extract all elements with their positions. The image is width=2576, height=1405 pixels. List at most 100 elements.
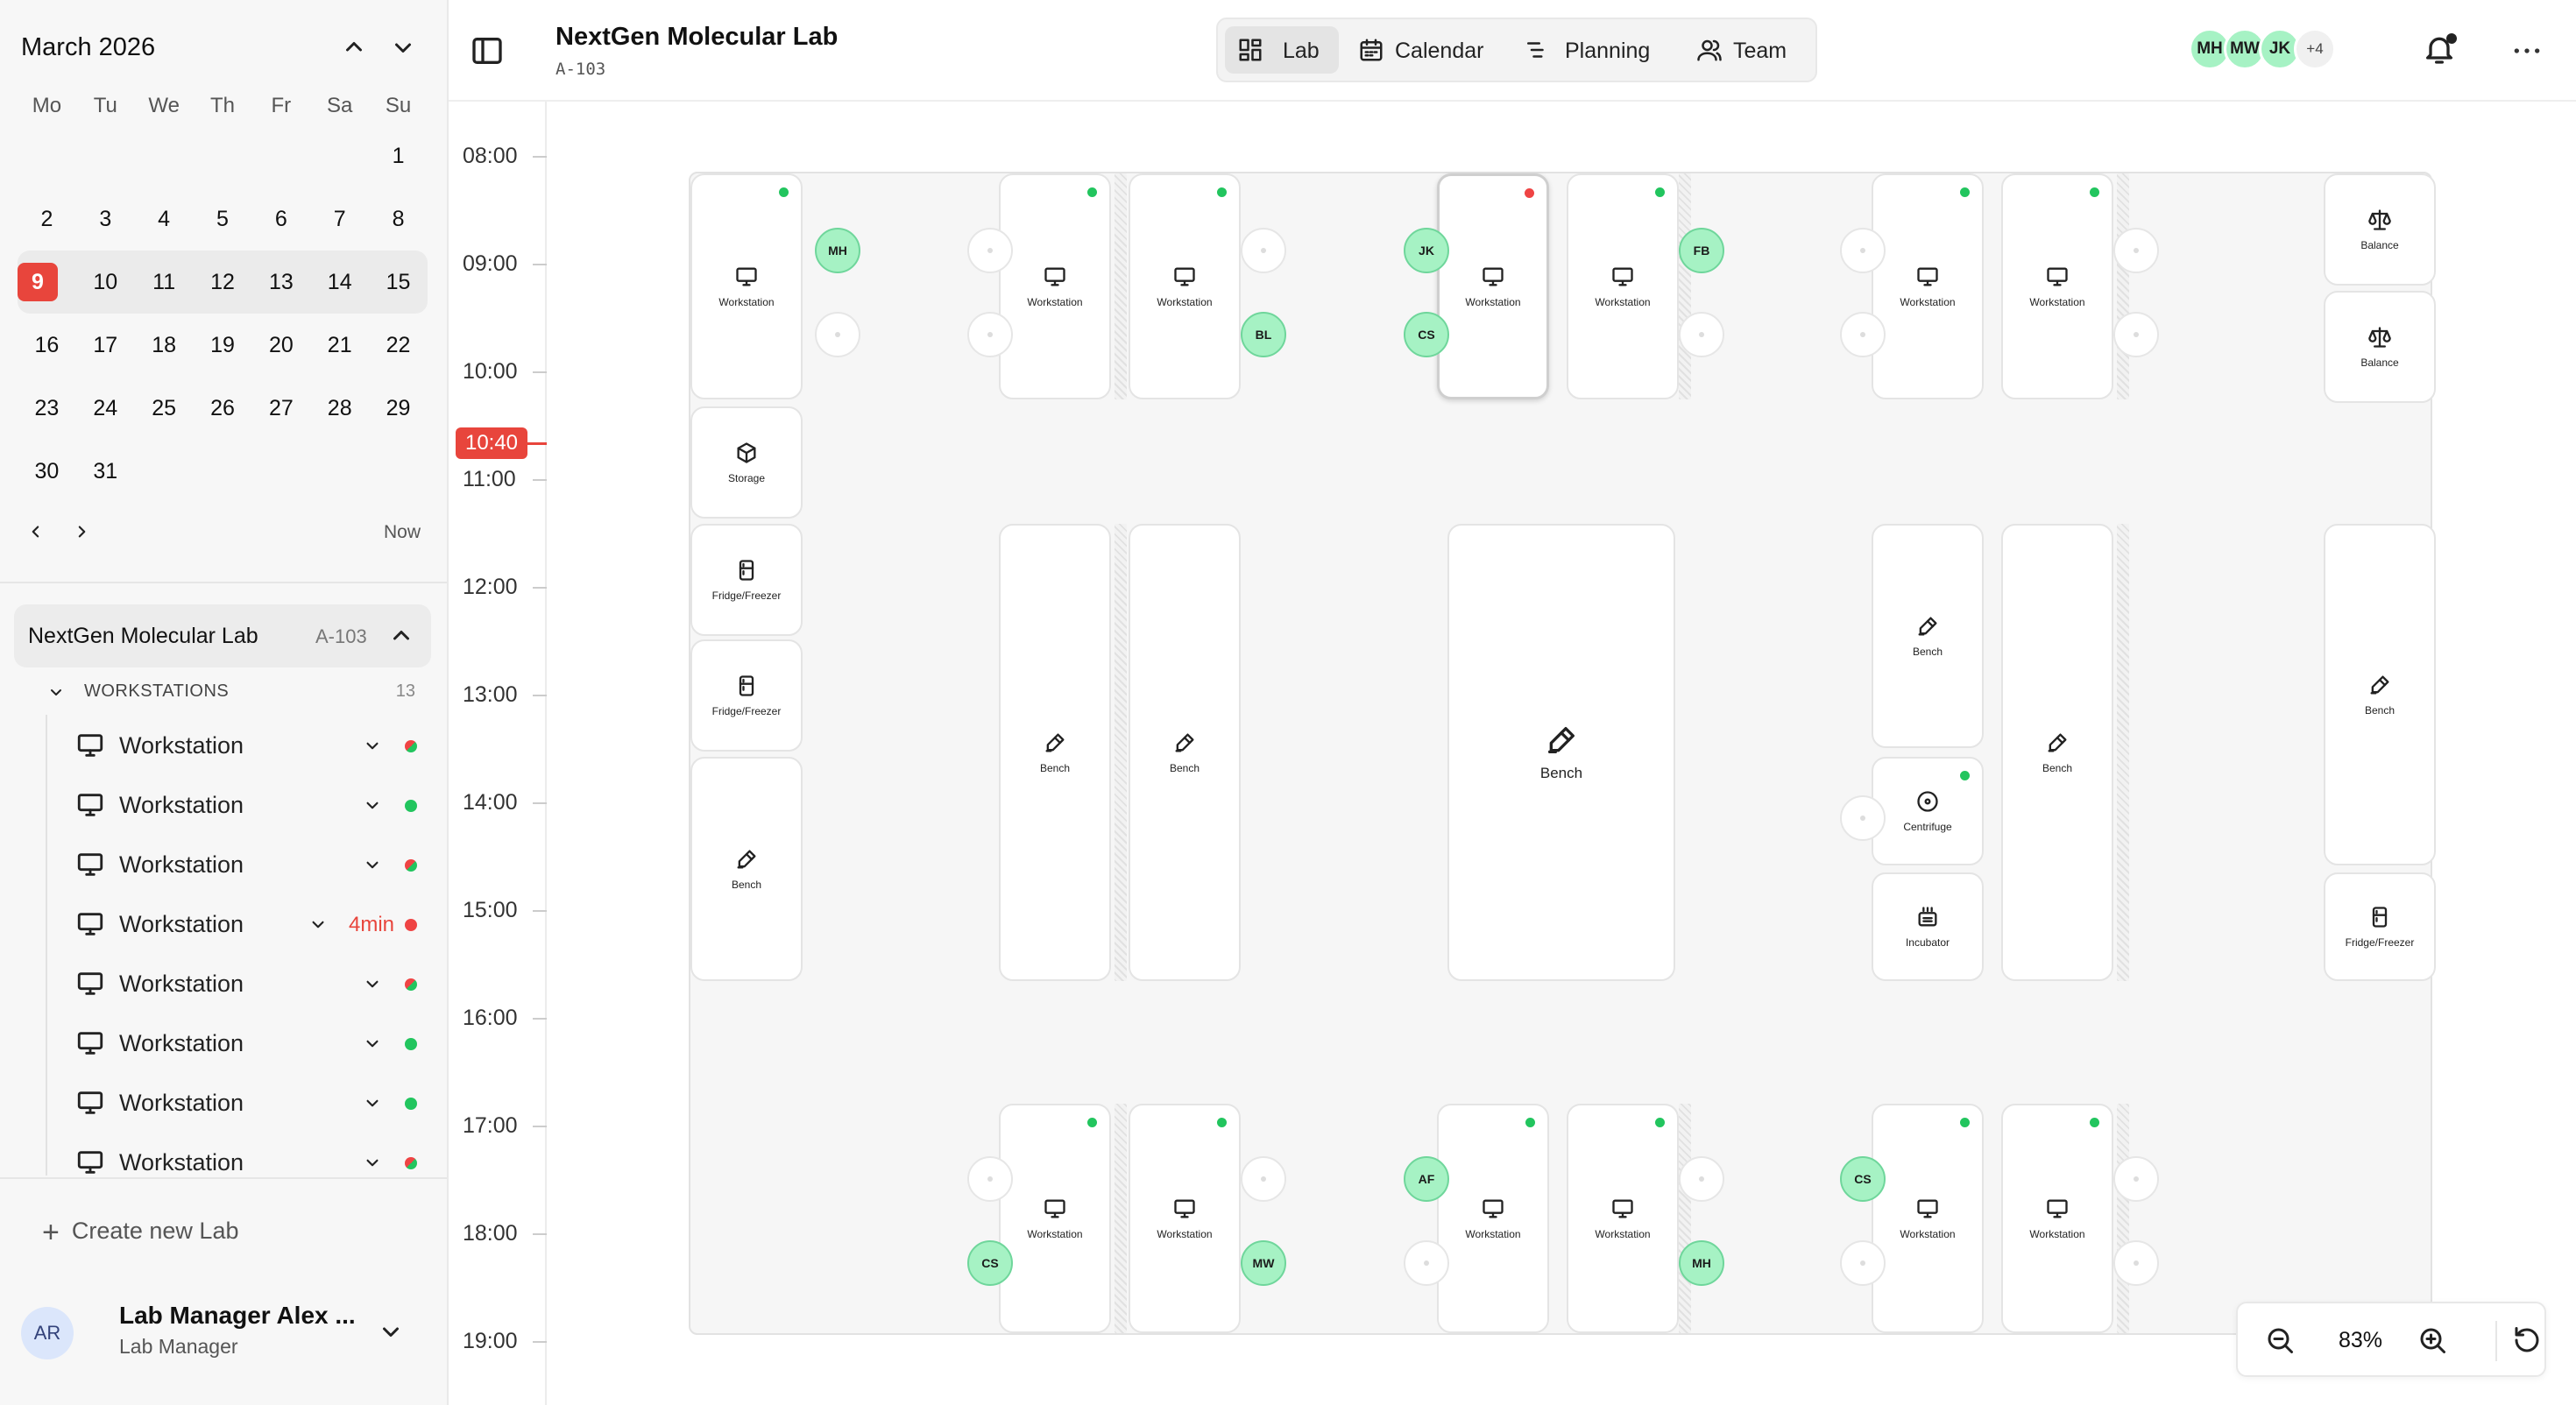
occupied-seat[interactable]: BL: [1241, 312, 1286, 357]
calendar-day[interactable]: 1: [369, 144, 428, 169]
bench-card[interactable]: Bench: [2001, 524, 2113, 981]
bench-card[interactable]: Bench: [999, 524, 1111, 981]
calendar-day[interactable]: 28: [310, 396, 369, 421]
bench-card[interactable]: Bench: [1447, 524, 1675, 981]
calendar-day[interactable]: 10: [76, 270, 135, 295]
lab-canvas[interactable]: Workstation Workstation Workstation Worksta…: [548, 103, 2576, 1405]
calendar-day[interactable]: 11: [135, 270, 194, 295]
calendar-day[interactable]: 20: [251, 333, 310, 358]
today-button[interactable]: Now: [384, 522, 421, 543]
tab-team[interactable]: Team: [1684, 26, 1810, 74]
workstation-list-item[interactable]: Workstation: [47, 953, 431, 1013]
empty-seat[interactable]: [2113, 312, 2159, 357]
calendar-day[interactable]: 6: [251, 207, 310, 232]
more-options-icon[interactable]: [2509, 33, 2544, 68]
chevron-down-icon[interactable]: [361, 853, 384, 876]
occupied-seat[interactable]: FB: [1679, 228, 1724, 273]
workstation-card[interactable]: Workstation: [690, 173, 803, 399]
workstation-list-item[interactable]: Workstation 4min: [47, 893, 431, 953]
chevron-down-icon[interactable]: [361, 794, 384, 816]
calendar-day[interactable]: 30: [18, 459, 76, 484]
empty-seat[interactable]: [967, 312, 1013, 357]
occupied-seat[interactable]: JK: [1404, 228, 1449, 273]
tab-calendar[interactable]: Calendar: [1346, 26, 1504, 74]
bench-card[interactable]: Bench: [1872, 524, 1984, 748]
empty-seat[interactable]: [1840, 228, 1886, 273]
workstation-card[interactable]: Workstation: [1437, 173, 1549, 399]
calendar-day[interactable]: 19: [194, 333, 252, 358]
calendar-day[interactable]: 17: [76, 333, 135, 358]
workstation-card[interactable]: Workstation: [2001, 173, 2113, 399]
balance-card[interactable]: Balance: [2324, 173, 2436, 286]
occupied-seat[interactable]: MH: [815, 228, 860, 273]
zoom-in-icon[interactable]: [2417, 1324, 2448, 1356]
incubator-card[interactable]: Incubator: [1872, 872, 1984, 981]
empty-seat[interactable]: [1840, 312, 1886, 357]
calendar-day[interactable]: 24: [76, 396, 135, 421]
user-menu[interactable]: AR Lab Manager Alex ... Lab Manager: [21, 1298, 433, 1368]
chevron-down-icon[interactable]: [361, 734, 384, 757]
chevron-down-icon[interactable]: [361, 972, 384, 995]
bench-card[interactable]: Bench: [690, 757, 803, 981]
fridge-card[interactable]: Fridge/Freezer: [690, 524, 803, 636]
reset-icon[interactable]: [2511, 1324, 2543, 1356]
calendar-day[interactable]: 5: [194, 207, 252, 232]
calendar-day[interactable]: 3: [76, 207, 135, 232]
calendar-day[interactable]: 8: [369, 207, 428, 232]
calendar-day[interactable]: 12: [194, 270, 252, 295]
empty-seat[interactable]: [2113, 1240, 2159, 1286]
workstation-card[interactable]: Workstation: [999, 1104, 1111, 1333]
calendar-day[interactable]: 16: [18, 333, 76, 358]
tab-lab[interactable]: Lab: [1225, 26, 1339, 74]
chevron-down-icon[interactable]: [361, 1032, 384, 1055]
calendar-day[interactable]: 9: [18, 263, 58, 301]
empty-seat[interactable]: [815, 312, 860, 357]
workstation-card[interactable]: Workstation: [1129, 1104, 1241, 1333]
calendar-day[interactable]: 4: [135, 207, 194, 232]
create-lab-button[interactable]: + Create new Lab: [42, 1216, 238, 1250]
chevron-right-icon[interactable]: [70, 520, 93, 543]
calendar-next-month-button[interactable]: [387, 32, 419, 63]
calendar-day[interactable]: 2: [18, 207, 76, 232]
empty-seat[interactable]: [1241, 1156, 1286, 1202]
workstation-card[interactable]: Workstation: [1872, 173, 1984, 399]
calendar-day[interactable]: 7: [310, 207, 369, 232]
workstation-list-item[interactable]: Workstation: [47, 834, 431, 893]
zoom-out-icon[interactable]: [2264, 1324, 2296, 1356]
centrifuge-card[interactable]: Centrifuge: [1872, 757, 1984, 865]
empty-seat[interactable]: [1840, 795, 1886, 841]
team-avatars[interactable]: MH MW JK +4: [2189, 28, 2452, 74]
occupied-seat[interactable]: MW: [1241, 1240, 1286, 1286]
bench-card[interactable]: Bench: [1129, 524, 1241, 981]
occupied-seat[interactable]: CS: [1404, 312, 1449, 357]
empty-seat[interactable]: [2113, 1156, 2159, 1202]
workstation-list-item[interactable]: Workstation: [47, 774, 431, 834]
tab-planning[interactable]: Planning: [1511, 26, 1677, 74]
empty-seat[interactable]: [1241, 228, 1286, 273]
empty-seat[interactable]: [967, 228, 1013, 273]
workstation-card[interactable]: Workstation: [2001, 1104, 2113, 1333]
empty-seat[interactable]: [967, 1156, 1013, 1202]
occupied-seat[interactable]: MH: [1679, 1240, 1724, 1286]
calendar-day[interactable]: 29: [369, 396, 428, 421]
lab-selector[interactable]: NextGen Molecular Lab A-103: [14, 604, 431, 667]
calendar-day[interactable]: 25: [135, 396, 194, 421]
balance-card[interactable]: Balance: [2324, 291, 2436, 403]
empty-seat[interactable]: [1679, 1156, 1724, 1202]
occupied-seat[interactable]: CS: [967, 1240, 1013, 1286]
workstation-card[interactable]: Workstation: [999, 173, 1111, 399]
calendar-day[interactable]: 21: [310, 333, 369, 358]
bench-card[interactable]: Bench: [2324, 524, 2436, 865]
chevron-down-icon[interactable]: [307, 913, 329, 935]
fridge-card[interactable]: Fridge/Freezer: [690, 639, 803, 752]
chevron-down-icon[interactable]: [361, 1151, 384, 1174]
workstation-list-item[interactable]: Workstation: [47, 1013, 431, 1072]
chevron-left-icon[interactable]: [25, 520, 47, 543]
fridge-card[interactable]: Fridge/Freezer: [2324, 872, 2436, 981]
calendar-day[interactable]: 31: [76, 459, 135, 484]
workstation-card[interactable]: Workstation: [1872, 1104, 1984, 1333]
workstation-list-item[interactable]: Workstation: [47, 715, 431, 774]
calendar-prev-month-button[interactable]: [338, 32, 370, 63]
empty-seat[interactable]: [1679, 312, 1724, 357]
chevron-down-icon[interactable]: [361, 1091, 384, 1114]
